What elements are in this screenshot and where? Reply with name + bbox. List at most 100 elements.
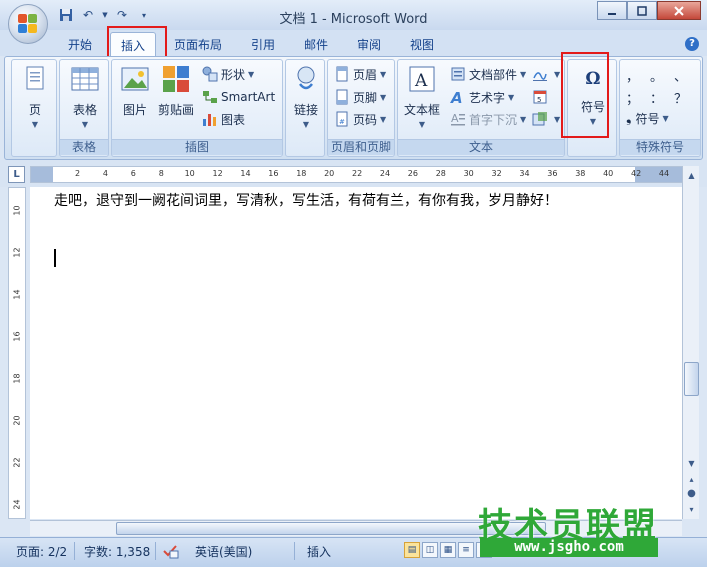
status-words[interactable]: 字数: 1,358 (84, 543, 150, 560)
group-header-footer: 页眉 ▼ 页脚 ▼ # 页码 ▼ 页眉和页脚 (327, 59, 395, 157)
tab-references[interactable]: 引用 (251, 36, 275, 53)
proofing-icon[interactable] (162, 543, 180, 562)
smartart-icon (203, 91, 217, 103)
pages-dropdown-icon: ▼ (31, 120, 39, 129)
close-button[interactable] (657, 1, 701, 20)
help-icon[interactable]: ? (685, 37, 699, 51)
chart-icon (203, 114, 216, 126)
comma-symbol[interactable]: ， (626, 66, 639, 85)
period-symbol[interactable]: 。 (650, 66, 663, 85)
print-layout-icon[interactable]: ▤ (404, 542, 420, 558)
date-time-button[interactable]: 5 (532, 87, 551, 107)
status-insert-mode[interactable]: 插入 (307, 543, 331, 560)
chart-button[interactable]: 图表 (202, 109, 245, 129)
picture-icon (121, 67, 149, 91)
quickparts-dropdown-icon: ▼ (520, 69, 527, 79)
object-icon (532, 112, 547, 126)
colon-symbol[interactable]: ： (650, 88, 663, 107)
ruler-tick-label: 32 (491, 169, 502, 178)
signature-line-button[interactable]: ▼ (532, 64, 560, 84)
vertical-ruler[interactable]: 10 12 14 16 18 20 22 24 (8, 187, 26, 519)
tab-page-layout[interactable]: 页面布局 (174, 36, 222, 53)
vertical-scrollbar[interactable]: ▲ ▼ ▴ ● ▾ (682, 166, 699, 519)
table-button[interactable]: 表格 ▼ (68, 64, 102, 129)
footer-button[interactable]: 页脚 ▼ (334, 87, 386, 107)
outline-view-icon[interactable]: ≡ (458, 542, 474, 558)
svg-text:A: A (414, 71, 428, 91)
object-dropdown-icon: ▼ (554, 114, 561, 124)
shapes-label: 形状 (221, 67, 246, 82)
footer-dropdown-icon: ▼ (380, 92, 387, 102)
ruler-tick-label: 16 (268, 169, 279, 178)
tab-selector[interactable]: L (8, 166, 25, 183)
tab-home[interactable]: 开始 (68, 36, 92, 53)
dropcap-dropdown-icon: ▼ (520, 114, 527, 124)
horizontal-ruler[interactable]: 2 4 6 8 10 12 14 16 18 20 22 24 26 28 30 32 34 36 38 40 42 44 (30, 166, 690, 183)
scroll-up-icon[interactable]: ▲ (684, 168, 699, 183)
smartart-button[interactable]: SmartArt (202, 87, 275, 107)
web-layout-icon[interactable]: ▦ (440, 542, 456, 558)
wordart-button[interactable]: A 艺术字 ▼ (450, 87, 514, 107)
shapes-button[interactable]: 形状 ▼ (202, 64, 254, 84)
status-page[interactable]: 页面: 2/2 (16, 543, 67, 560)
enumeration-comma-symbol[interactable]: 、 (674, 66, 687, 85)
header-icon (336, 66, 348, 82)
next-page-icon[interactable]: ▾ (684, 502, 699, 517)
office-logo-icon (18, 14, 38, 34)
group-text: A 文本框 ▼ 文档部件 ▼ A 艺术字 ▼ A 首字下沉 ▼ ▼ 5 ▼ 文本 (397, 59, 565, 157)
page-number-icon: # (336, 111, 348, 127)
status-language[interactable]: 英语(美国) (195, 543, 252, 560)
highlight-symbol-button (561, 52, 609, 138)
group-tables: 表格 ▼ 表格 (59, 59, 109, 157)
dropcap-button[interactable]: A 首字下沉 ▼ (450, 109, 526, 129)
ruler-tick-label: 2 (75, 169, 81, 178)
clipart-icon (163, 66, 189, 92)
header-button[interactable]: 页眉 ▼ (334, 64, 386, 84)
svg-text:A: A (450, 89, 463, 105)
svg-text:A: A (451, 112, 459, 125)
pages-button[interactable]: 页 ▼ (20, 64, 50, 129)
link-icon (297, 66, 315, 90)
textbox-button[interactable]: A 文本框 ▼ (402, 64, 442, 129)
group-pages: 页 ▼ (11, 59, 57, 157)
textbox-label: 文本框 (403, 103, 440, 117)
previous-page-icon[interactable]: ▴ (684, 472, 699, 487)
vertical-ruler-tick-label: 10 (12, 205, 22, 216)
question-mark-symbol[interactable]: ？ (674, 88, 687, 107)
group-special-symbols-label: 特殊符号 (620, 139, 700, 155)
links-button[interactable]: 链接 ▼ (290, 64, 322, 129)
object-button[interactable]: ▼ (532, 109, 560, 129)
tab-view[interactable]: 视图 (410, 36, 434, 53)
ruler-tick-label: 38 (575, 169, 586, 178)
ruler-tick-label: 28 (435, 169, 446, 178)
ruler-tick-label: 20 (324, 169, 335, 178)
watermark-url: www.jsgho.com (480, 538, 658, 557)
semicolon-symbol[interactable]: ； (626, 88, 639, 107)
clipart-button[interactable]: 剪贴画 (156, 64, 196, 118)
quickparts-button[interactable]: 文档部件 ▼ (450, 64, 526, 84)
tab-mailings[interactable]: 邮件 (304, 36, 328, 53)
browse-object-icon[interactable]: ● (684, 486, 699, 501)
ruler-tick-label: 26 (407, 169, 418, 178)
special-symbol-button[interactable]: ❟ 符号 ▼ (626, 108, 669, 128)
minimize-button[interactable] (597, 1, 627, 20)
full-screen-reading-icon[interactable]: ◫ (422, 542, 438, 558)
tab-review[interactable]: 审阅 (357, 36, 381, 53)
status-separator (294, 542, 295, 560)
page-number-button[interactable]: # 页码 ▼ (334, 109, 386, 129)
vertical-scroll-thumb[interactable] (684, 362, 699, 396)
signature-line-icon (533, 72, 547, 81)
maximize-button[interactable] (627, 1, 657, 20)
ruler-tick-label: 12 (212, 169, 223, 178)
vertical-ruler-tick-label: 16 (12, 331, 22, 342)
document-text-line[interactable]: 走吧，退守到一阙花间词里，写清秋，写生活，有荷有兰，有你有我，岁月静好！ (54, 190, 558, 210)
scroll-down-icon[interactable]: ▼ (684, 456, 699, 471)
wordart-dropdown-icon: ▼ (508, 92, 515, 102)
vertical-ruler-tick-label: 14 (12, 289, 22, 300)
quickparts-icon (451, 67, 465, 81)
document-page[interactable]: 走吧，退守到一阙花间词里，写清秋，写生活，有荷有兰，有你有我，岁月静好！ (30, 187, 682, 519)
group-tables-label: 表格 (60, 139, 108, 155)
ruler-tick-label: 22 (352, 169, 363, 178)
picture-button[interactable]: 图片 (118, 64, 152, 118)
office-button[interactable] (8, 4, 48, 44)
